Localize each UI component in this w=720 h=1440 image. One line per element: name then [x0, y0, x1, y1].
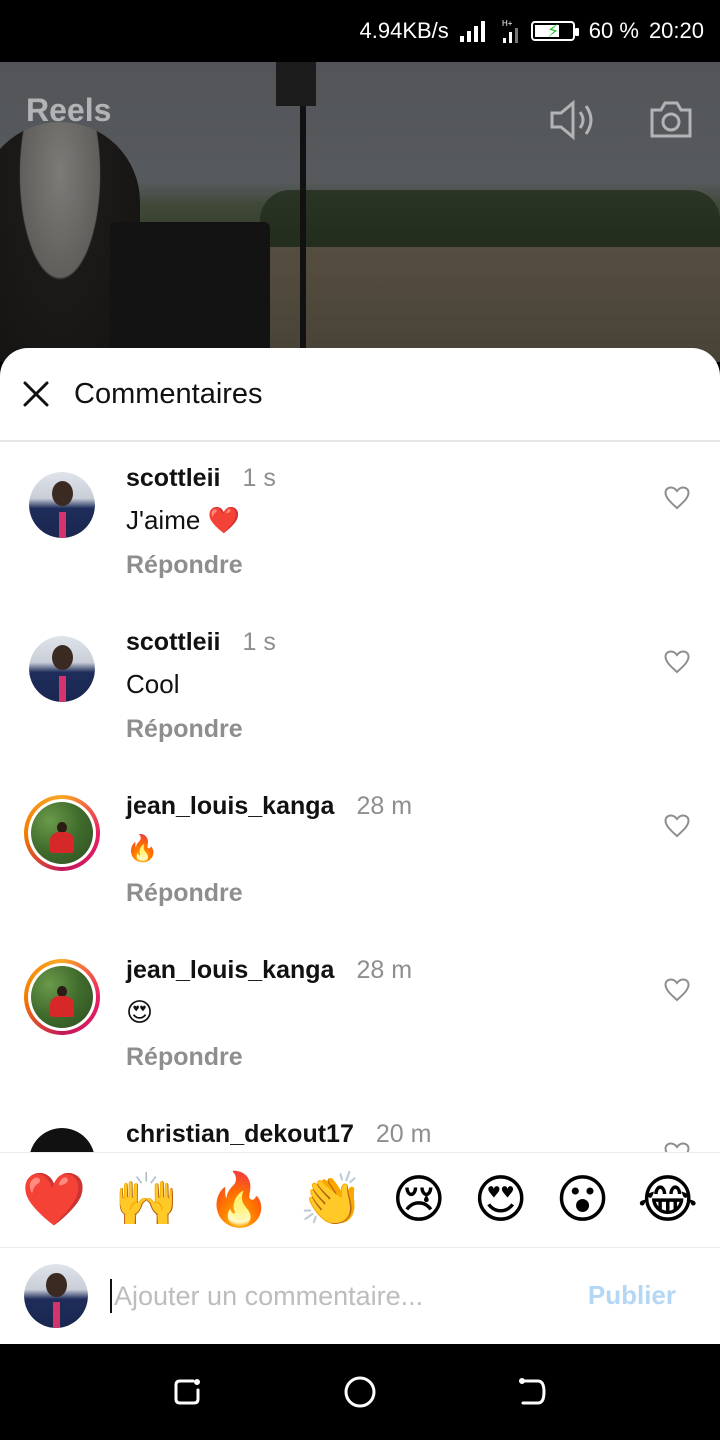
- comment-username[interactable]: jean_louis_kanga: [126, 956, 334, 985]
- home-icon[interactable]: [340, 1372, 380, 1412]
- comment-text: Cool: [126, 668, 180, 699]
- comments-sheet: Commentaires scottleii 1 s J'aime ❤️ Rép…: [0, 348, 720, 1344]
- emoji-fire-button[interactable]: 🔥: [207, 1174, 272, 1226]
- comment-item: jean_louis_kanga 28 m 🔥 Répondre: [0, 770, 720, 934]
- comment-text: 🔥: [126, 832, 159, 863]
- data-signal-icon: H+: [501, 18, 521, 44]
- heart-icon[interactable]: [664, 814, 690, 838]
- emoji-laugh-button[interactable]: 😂: [637, 1174, 698, 1226]
- reels-title: Reels: [26, 92, 112, 128]
- emoji-raised-hands-button[interactable]: 🙌: [114, 1174, 179, 1226]
- comment-time: 20 m: [375, 1120, 432, 1148]
- comment-time: 1 s: [242, 628, 276, 656]
- battery-percent: 60 %: [588, 18, 639, 43]
- emoji-reaction-bar: ❤️ 🙌 🔥 👏 😢 😍 😮 😂: [0, 1152, 720, 1248]
- comment-composer: Publier: [0, 1248, 720, 1344]
- comment-text: 😍: [126, 996, 154, 1027]
- text-caret: [110, 1279, 112, 1313]
- comment-input-wrap: [110, 1276, 560, 1316]
- comment-time: 28 m: [356, 792, 413, 820]
- publish-button[interactable]: Publier: [588, 1280, 676, 1311]
- emoji-heart-button[interactable]: ❤️: [22, 1174, 87, 1226]
- network-speed: 4.94KB/s: [359, 18, 449, 43]
- battery-icon: ⚡: [530, 21, 579, 41]
- reel-top-icons: [548, 98, 694, 147]
- comment-username[interactable]: scottleii: [126, 628, 220, 657]
- recent-apps-icon[interactable]: [167, 1372, 207, 1412]
- comment-username[interactable]: scottleii: [126, 464, 220, 493]
- comment-username[interactable]: jean_louis_kanga: [126, 792, 334, 821]
- comment-username[interactable]: christian_dekout17: [126, 1120, 354, 1149]
- reply-button[interactable]: Répondre: [126, 715, 276, 744]
- sheet-header: Commentaires: [0, 348, 720, 442]
- heart-icon[interactable]: [664, 978, 690, 1002]
- reel-video[interactable]: Reels: [0, 62, 720, 362]
- comment-input[interactable]: [114, 1280, 554, 1312]
- avatar-story-ring[interactable]: [24, 795, 100, 871]
- comment-list[interactable]: scottleii 1 s J'aime ❤️ Répondre scottle…: [0, 442, 720, 1154]
- comment-text: J'aime ❤️: [126, 504, 240, 535]
- heart-icon[interactable]: [664, 650, 690, 674]
- comment-time: 1 s: [242, 464, 276, 492]
- reply-button[interactable]: Répondre: [126, 1043, 412, 1072]
- close-icon[interactable]: [20, 378, 52, 410]
- comment-item: christian_dekout17 20 m: [0, 1098, 720, 1154]
- comment-item: scottleii 1 s J'aime ❤️ Répondre: [0, 442, 720, 606]
- avatar[interactable]: [29, 636, 95, 702]
- back-icon[interactable]: [513, 1372, 553, 1412]
- comment-item: scottleii 1 s Cool Répondre: [0, 606, 720, 770]
- emoji-heart-eyes-button[interactable]: 😍: [474, 1174, 528, 1226]
- avatar[interactable]: [29, 472, 95, 538]
- signal-icon: [459, 20, 491, 42]
- current-user-avatar: [24, 1264, 88, 1328]
- comment-item: jean_louis_kanga 28 m 😍 Répondre: [0, 934, 720, 1098]
- svg-text:H+: H+: [502, 19, 513, 28]
- status-bar: 4.94KB/s H+ ⚡ 60 % 20:20: [0, 0, 720, 62]
- volume-icon[interactable]: [548, 98, 596, 147]
- emoji-sad-button[interactable]: 😢: [392, 1174, 446, 1226]
- comment-time: 28 m: [356, 956, 413, 984]
- system-nav-bar: [0, 1344, 720, 1440]
- sheet-title: Commentaires: [74, 377, 263, 410]
- camera-icon[interactable]: [648, 98, 694, 147]
- emoji-clap-button[interactable]: 👏: [299, 1174, 364, 1226]
- reply-button[interactable]: Répondre: [126, 879, 412, 908]
- avatar[interactable]: [29, 1128, 95, 1154]
- clock: 20:20: [648, 18, 704, 43]
- avatar-story-ring[interactable]: [24, 959, 100, 1035]
- heart-icon[interactable]: [664, 486, 690, 510]
- emoji-surprised-button[interactable]: 😮: [555, 1174, 609, 1226]
- reply-button[interactable]: Répondre: [126, 551, 276, 580]
